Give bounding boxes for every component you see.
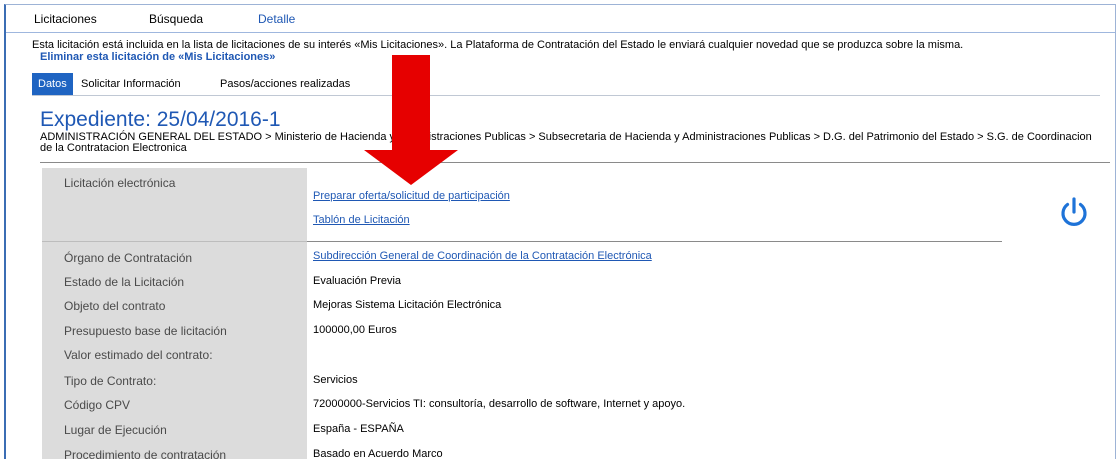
electronic-label: Licitación electrónica bbox=[64, 176, 176, 190]
label-column bbox=[42, 168, 307, 459]
breadcrumb: ADMINISTRACIÓN GENERAL DEL ESTADO > Mini… bbox=[40, 131, 1092, 154]
tab-solicitar-informacion[interactable]: Solicitar Información bbox=[81, 73, 181, 95]
down-arrow-icon bbox=[364, 55, 458, 185]
detail-label: Presupuesto base de licitación bbox=[64, 324, 227, 338]
section-divider bbox=[307, 241, 1002, 242]
organo-link[interactable]: Subdirección General de Coordinación de … bbox=[313, 250, 652, 262]
detail-value: Mejoras Sistema Licitación Electrónica bbox=[313, 299, 502, 311]
detail-label: Valor estimado del contrato: bbox=[64, 348, 213, 362]
detail-label: Estado de la Licitación bbox=[64, 275, 185, 289]
detail-label: Código CPV bbox=[64, 398, 131, 412]
detail-value: Basado en Acuerdo Marco bbox=[313, 448, 443, 460]
tab-licitaciones[interactable]: Licitaciones bbox=[34, 12, 97, 26]
tablon-link[interactable]: Tablón de Licitación bbox=[313, 214, 410, 226]
detail-label: Objeto del contrato bbox=[64, 299, 166, 313]
notice-text: Esta licitación está incluida en la list… bbox=[32, 39, 964, 51]
detail-value: 72000000-Servicios TI: consultoría, desa… bbox=[313, 398, 686, 410]
prepare-offer-link[interactable]: Preparar oferta/solicitud de participaci… bbox=[313, 190, 510, 202]
detail-label: Procedimiento de contratación bbox=[64, 448, 227, 462]
top-nav-divider bbox=[6, 32, 1115, 33]
sub-tabs-divider bbox=[32, 95, 1100, 96]
detail-value: Servicios bbox=[313, 374, 358, 386]
label-column-divider bbox=[42, 241, 307, 242]
tab-busqueda[interactable]: Búsqueda bbox=[149, 12, 203, 26]
remove-from-list-link[interactable]: Eliminar esta licitación de «Mis Licitac… bbox=[40, 51, 275, 63]
detail-label: Lugar de Ejecución bbox=[64, 423, 167, 437]
detail-value: Evaluación Previa bbox=[313, 275, 402, 287]
expediente-title: Expediente: 25/04/2016-1 bbox=[40, 108, 281, 131]
tab-detalle[interactable]: Detalle bbox=[258, 12, 295, 26]
detail-label: Tipo de Contrato: bbox=[64, 374, 157, 388]
tab-pasos-acciones[interactable]: Pasos/acciones realizadas bbox=[220, 73, 350, 95]
top-nav: Licitaciones Búsqueda Detalle bbox=[6, 5, 1115, 31]
detail-value: España - ESPAÑA bbox=[313, 423, 404, 435]
detail-value: 100000,00 Euros bbox=[313, 324, 397, 336]
power-icon[interactable] bbox=[1057, 196, 1091, 230]
detail-label: Órgano de Contratación bbox=[64, 251, 193, 265]
breadcrumb-divider bbox=[40, 162, 1110, 163]
tab-datos[interactable]: Datos bbox=[32, 73, 73, 95]
